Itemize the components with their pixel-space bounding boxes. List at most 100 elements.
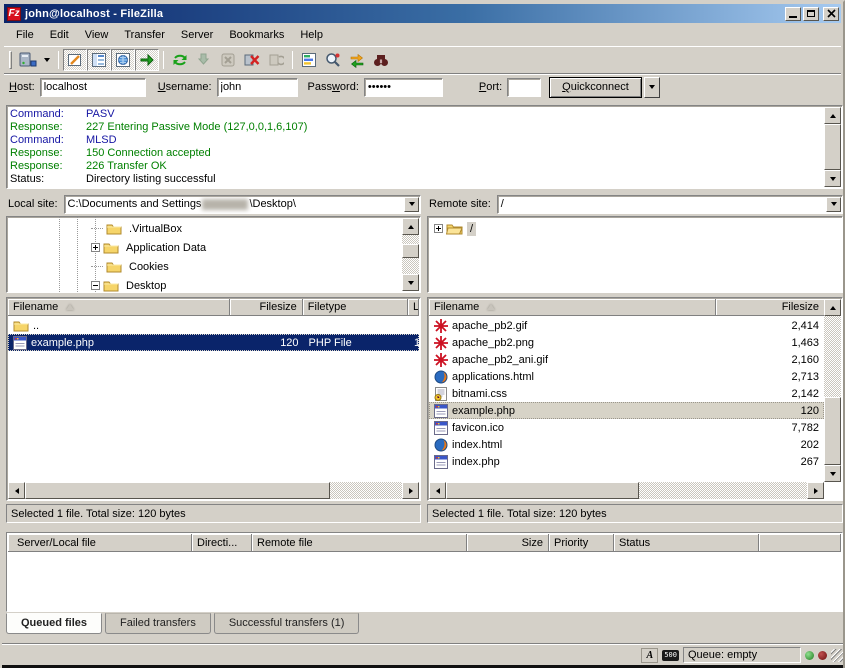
file-row[interactable]: apache_pb2_ani.gif 2,160	[429, 351, 824, 368]
local-list-hscrollbar[interactable]	[8, 482, 419, 499]
scroll-down-button[interactable]	[824, 465, 841, 482]
remote-list-hscrollbar[interactable]	[429, 482, 824, 499]
column-header-status[interactable]: Status	[614, 534, 759, 552]
synchronized-browsing-button[interactable]	[345, 49, 369, 71]
column-header-filename[interactable]: Filename	[429, 299, 716, 316]
tree-item-label: /	[467, 222, 476, 236]
column-header-server-local-file[interactable]: Server/Local file	[8, 534, 192, 552]
file-row-example-php[interactable]: example.php 120 PHP File 1	[8, 334, 419, 351]
local-site-path: C:\Documents and Settings\Desktop\	[68, 198, 296, 210]
menu-transfer[interactable]: Transfer	[116, 27, 173, 43]
file-row[interactable]: apache_pb2.gif 2,414	[429, 317, 824, 334]
file-row[interactable]: applications.html 2,713	[429, 368, 824, 385]
menu-file[interactable]: File	[8, 27, 42, 43]
file-row-example-php[interactable]: example.php 120	[429, 402, 824, 419]
scroll-up-button[interactable]	[824, 299, 841, 316]
remote-list-vscrollbar[interactable]	[824, 299, 841, 482]
column-header-remote-file[interactable]: Remote file	[252, 534, 467, 552]
tab-failed-transfers[interactable]: Failed transfers	[105, 613, 211, 634]
password-input[interactable]	[364, 78, 443, 97]
scroll-up-button[interactable]	[402, 218, 419, 235]
tree-item-label: Desktop	[123, 279, 169, 293]
file-row[interactable]: apache_pb2.png 1,463	[429, 334, 824, 351]
local-site-combobox[interactable]: C:\Documents and Settings\Desktop\	[64, 195, 421, 214]
queue-tabs: Queued files Failed transfers Successful…	[6, 613, 359, 634]
column-header-filetype[interactable]: Filetype	[303, 299, 408, 316]
column-header-filename[interactable]: Filename	[8, 299, 230, 316]
tree-item-virtualbox[interactable]: .VirtualBox	[91, 219, 185, 238]
scrollbar-thumb[interactable]	[25, 482, 330, 499]
site-manager-dropdown-button[interactable]	[40, 49, 54, 71]
reconnect-button	[264, 49, 288, 71]
collapse-minus-icon[interactable]	[91, 281, 100, 290]
column-header-lastmodified[interactable]: L	[408, 299, 419, 316]
file-row[interactable]: bitnami.css 2,142	[429, 385, 824, 402]
tree-item-cookies[interactable]: Cookies	[91, 257, 172, 276]
host-input[interactable]	[40, 78, 146, 97]
toggle-message-log-button[interactable]	[63, 49, 87, 71]
data-received-led-icon	[818, 651, 827, 660]
file-row[interactable]: favicon.ico 7,782	[429, 419, 824, 436]
scroll-left-button[interactable]	[8, 482, 25, 499]
quickconnect-dropdown-button[interactable]	[644, 77, 660, 98]
toggle-transfer-queue-button[interactable]	[135, 49, 159, 71]
close-button[interactable]	[823, 7, 839, 21]
log-line-label: Status:	[10, 173, 86, 186]
menu-server[interactable]: Server	[173, 27, 221, 43]
column-header-direction[interactable]: Directi...	[192, 534, 252, 552]
scrollbar-thumb[interactable]	[402, 244, 419, 258]
port-input[interactable]	[507, 78, 541, 97]
local-tree-scrollbar[interactable]	[402, 218, 419, 291]
tab-successful-transfers[interactable]: Successful transfers (1)	[214, 613, 360, 634]
scroll-left-button[interactable]	[429, 482, 446, 499]
toggle-local-tree-button[interactable]	[87, 49, 111, 71]
menu-edit[interactable]: Edit	[42, 27, 77, 43]
tree-item-application-data[interactable]: Application Data	[91, 238, 209, 257]
directory-filters-button[interactable]	[297, 49, 321, 71]
file-row[interactable]: index.php 267	[429, 453, 824, 470]
menu-help[interactable]: Help	[292, 27, 331, 43]
expand-plus-icon[interactable]	[434, 224, 443, 233]
column-header-priority[interactable]: Priority	[549, 534, 614, 552]
scroll-up-button[interactable]	[824, 107, 841, 124]
scrollbar-thumb[interactable]	[824, 124, 841, 170]
minimize-icon	[789, 16, 797, 18]
minimize-button[interactable]	[785, 7, 801, 21]
tree-item-desktop[interactable]: Desktop	[91, 276, 169, 293]
maximize-button[interactable]	[803, 7, 819, 21]
menu-view[interactable]: View	[77, 27, 117, 43]
reconnect-icon	[268, 52, 284, 68]
scrollbar-thumb[interactable]	[446, 482, 639, 499]
local-site-dropdown-button[interactable]	[404, 197, 419, 212]
data-sent-led-icon	[805, 651, 814, 660]
column-header-filesize[interactable]: Filesize	[716, 299, 825, 316]
find-files-button[interactable]	[369, 49, 393, 71]
menu-bookmarks[interactable]: Bookmarks	[221, 27, 292, 43]
file-row[interactable]: index.html 202	[429, 436, 824, 453]
disconnect-button[interactable]	[240, 49, 264, 71]
toggle-remote-tree-button[interactable]	[111, 49, 135, 71]
refresh-button[interactable]	[168, 49, 192, 71]
column-header-size[interactable]: Size	[467, 534, 549, 552]
scroll-right-button[interactable]	[807, 482, 824, 499]
resize-grip[interactable]	[831, 649, 844, 662]
scroll-down-button[interactable]	[402, 274, 419, 291]
compare-directories-button[interactable]	[321, 49, 345, 71]
tab-queued-files[interactable]: Queued files	[6, 613, 102, 634]
quickconnect-button[interactable]: Quickconnect	[549, 77, 642, 98]
tree-item-root[interactable]: /	[434, 219, 476, 238]
local-tree-panel: .VirtualBox Application Data Cookies Des…	[6, 216, 421, 293]
file-row-parent-dir[interactable]: ..	[8, 317, 419, 334]
column-header-filesize[interactable]: Filesize	[230, 299, 303, 316]
log-scrollbar[interactable]	[824, 107, 841, 187]
remote-site-combobox[interactable]: /	[497, 195, 843, 214]
scroll-down-button[interactable]	[824, 170, 841, 187]
remote-site-dropdown-button[interactable]	[826, 197, 841, 212]
expand-plus-icon[interactable]	[91, 243, 100, 252]
scroll-right-button[interactable]	[402, 482, 419, 499]
message-log: Command:PASV Response:227 Entering Passi…	[8, 107, 824, 187]
username-input[interactable]	[217, 78, 298, 97]
remote-list-header: Filename Filesize	[429, 299, 825, 316]
scrollbar-thumb[interactable]	[824, 397, 841, 465]
open-site-manager-button[interactable]	[16, 49, 40, 71]
